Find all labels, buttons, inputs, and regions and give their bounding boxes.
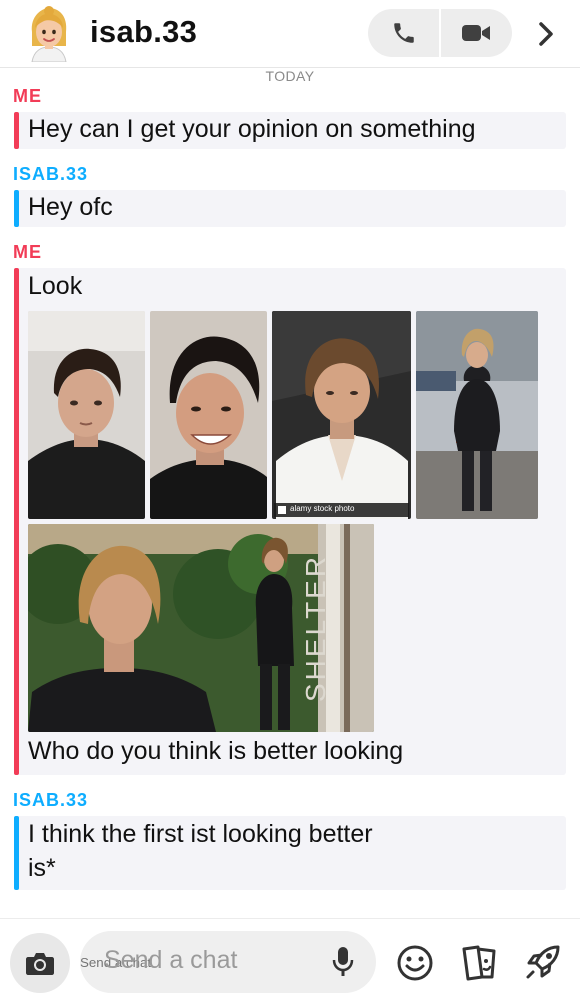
chevron-right-icon[interactable] — [530, 16, 562, 52]
phone-icon[interactable] — [368, 9, 440, 57]
message-bubble[interactable]: Hey ofc — [14, 190, 566, 227]
chat-header: isab.33 — [0, 0, 580, 68]
message-text: is* — [28, 854, 56, 882]
microphone-icon[interactable] — [330, 945, 356, 979]
chat-photo-2[interactable] — [150, 311, 267, 519]
message-bubble[interactable]: I think the first ist looking better is* — [14, 816, 566, 890]
chat-photo-4[interactable] — [416, 311, 538, 519]
sender-label: ISAB.33 — [13, 790, 89, 810]
sender-color-bar — [14, 816, 19, 890]
message-text: Hey ofc — [28, 193, 113, 221]
emoji-icon[interactable] — [396, 944, 434, 982]
chat-input-bar: Send a chat — [0, 918, 580, 1000]
message-text: I think the first ist looking better — [28, 820, 373, 848]
photo-sign-text: SHELTER — [300, 553, 331, 703]
message-text: Hey can I get your opinion on something — [28, 115, 476, 143]
chat-input-placeholder: Send a chat — [104, 946, 238, 974]
video-camera-icon[interactable] — [440, 9, 512, 57]
date-separator: TODAY — [265, 68, 315, 84]
bitmoji-avatar-icon[interactable] — [22, 6, 76, 63]
chat-photo-1[interactable] — [28, 311, 145, 519]
call-actions — [368, 9, 512, 57]
sender-label: ME — [13, 86, 42, 106]
photo-watermark: alamy stock photo — [290, 504, 355, 513]
sender-color-bar — [14, 112, 19, 149]
sender-color-bar — [14, 190, 19, 227]
message-text: Look — [28, 272, 83, 300]
sticker-icon[interactable] — [458, 943, 500, 983]
sender-label: ME — [13, 242, 42, 262]
message-bubble[interactable]: Hey can I get your opinion on something — [14, 112, 566, 149]
message-caption: Who do you think is better looking — [28, 737, 404, 765]
sender-color-bar — [14, 268, 19, 775]
message-bubble[interactable]: Look alamy stock photo SHELTER Who do yo… — [14, 268, 566, 775]
chat-thread[interactable]: TODAY ME Hey can I get your opinion on s… — [0, 68, 580, 918]
camera-icon[interactable] — [10, 933, 70, 993]
sender-label: ISAB.33 — [13, 164, 89, 184]
chat-photo-3[interactable]: alamy stock photo — [272, 311, 411, 519]
chat-photo-5[interactable]: SHELTER — [28, 524, 374, 732]
rocket-icon[interactable] — [522, 941, 564, 983]
chat-username[interactable]: isab.33 — [90, 14, 197, 50]
